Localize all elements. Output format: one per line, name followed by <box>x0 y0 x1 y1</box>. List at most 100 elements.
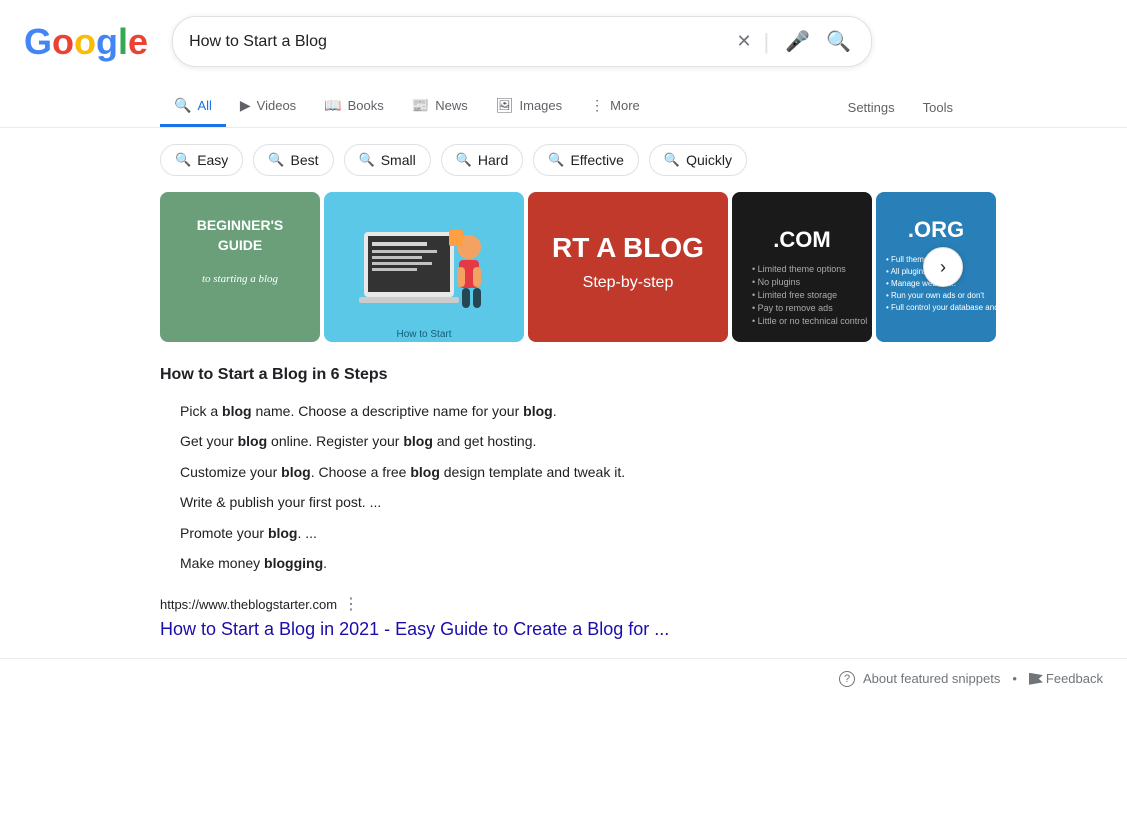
logo-letter-o2: o <box>74 21 96 62</box>
microphone-button[interactable]: 🎤 <box>781 25 814 58</box>
featured-snippet: How to Start a Blog in 6 Steps Pick a bl… <box>160 366 967 578</box>
chip-quickly[interactable]: 🔍 Quickly <box>649 144 747 176</box>
chip-easy-label: Easy <box>197 152 228 168</box>
clear-icon[interactable]: ✕ <box>736 31 751 52</box>
chip-small-label: Small <box>381 152 416 168</box>
list-item-1: Pick a blog name. Choose a descriptive n… <box>180 396 967 426</box>
featured-snippet-title: How to Start a Blog in 6 Steps <box>160 366 967 384</box>
svg-text:GUIDE: GUIDE <box>218 237 262 253</box>
suggestion-chips: 🔍 Easy 🔍 Best 🔍 Small 🔍 Hard 🔍 Effective… <box>0 128 1127 192</box>
chip-quickly-label: Quickly <box>686 152 732 168</box>
results-area: How to Start a Blog in 6 Steps Pick a bl… <box>0 366 1127 642</box>
bold-blogging: blogging <box>264 555 323 571</box>
list-item-3: Customize your blog. Choose a free blog … <box>180 457 967 487</box>
chip-search-icon-2: 🔍 <box>268 152 284 168</box>
tab-images-label: Images <box>520 98 563 113</box>
about-featured-snippets-link[interactable]: About featured snippets <box>863 671 1000 686</box>
list-item-4: Write & publish your first post. ... <box>180 487 967 517</box>
image-card-3[interactable]: RT A BLOG Step-by-step <box>528 192 728 342</box>
svg-text:• Limited theme options: • Limited theme options <box>752 264 846 274</box>
svg-text:Step-by-step: Step-by-step <box>583 274 674 291</box>
svg-text:to starting a blog: to starting a blog <box>202 273 279 285</box>
help-icon[interactable]: ? <box>839 671 855 687</box>
chip-small[interactable]: 🔍 Small <box>344 144 431 176</box>
svg-text:• No plugins: • No plugins <box>752 277 801 287</box>
feedback-label: Feedback <box>1046 671 1103 686</box>
tab-all-label: All <box>197 98 211 113</box>
tab-news[interactable]: 📰 News <box>398 87 482 127</box>
next-button[interactable]: › <box>923 247 963 287</box>
svg-text:• Limited free storage: • Limited free storage <box>752 290 837 300</box>
svg-text:• Full control your database a: • Full control your database and ho... <box>886 303 996 312</box>
nav-right: Settings Tools <box>834 90 967 125</box>
bold-blog-6: blog <box>410 464 440 480</box>
chip-best-label: Best <box>291 152 319 168</box>
bold-blog-7: blog <box>268 525 298 541</box>
svg-text:• Little or no technical contr: • Little or no technical control <box>752 316 867 326</box>
chip-hard-label: Hard <box>478 152 508 168</box>
chip-search-icon-6: 🔍 <box>664 152 680 168</box>
search-icon: 🔍 <box>826 29 851 54</box>
chip-search-icon: 🔍 <box>175 152 191 168</box>
bold-blog-2: blog <box>523 403 553 419</box>
svg-text:• Run your own ads or don't: • Run your own ads or don't <box>886 291 985 300</box>
svg-text:• All plugins: • All plugins <box>886 267 927 276</box>
svg-text:.ORG: .ORG <box>908 217 964 242</box>
chip-hard[interactable]: 🔍 Hard <box>441 144 524 176</box>
image-card-2[interactable]: How to Start <box>324 192 524 342</box>
image-card-1[interactable]: BEGINNER'S GUIDE to starting a blog <box>160 192 320 342</box>
result-url-line: https://www.theblogstarter.com ⋮ <box>160 594 967 614</box>
chip-search-icon-4: 🔍 <box>456 152 472 168</box>
svg-text:.COM: .COM <box>773 227 830 252</box>
logo-letter-g: G <box>24 21 52 62</box>
result-options-icon[interactable]: ⋮ <box>343 594 359 614</box>
logo-letter-g2: g <box>96 21 118 62</box>
result-url: https://www.theblogstarter.com <box>160 597 337 612</box>
separator-dot: • <box>1012 671 1017 686</box>
chip-best[interactable]: 🔍 Best <box>253 144 333 176</box>
svg-text:BEGINNER'S: BEGINNER'S <box>197 217 284 233</box>
logo-letter-e: e <box>128 21 148 62</box>
tab-books-label: Books <box>348 98 384 113</box>
google-logo[interactable]: Google <box>24 21 148 63</box>
svg-text:RT A BLOG: RT A BLOG <box>552 232 704 263</box>
bold-blog-1: blog <box>222 403 252 419</box>
settings-button[interactable]: Settings <box>834 90 909 125</box>
logo-letter-l: l <box>118 21 128 62</box>
bottom-bar: ? About featured snippets • Feedback <box>0 658 1127 699</box>
list-item-2: Get your blog online. Register your blog… <box>180 426 967 456</box>
result-link[interactable]: How to Start a Blog in 2021 - Easy Guide… <box>160 619 669 639</box>
images-icon: 🖼 <box>496 97 514 114</box>
search-input[interactable]: How to Start a Blog <box>189 33 728 51</box>
more-icon: ⋮ <box>590 97 604 114</box>
chip-search-icon-5: 🔍 <box>548 152 564 168</box>
chip-easy[interactable]: 🔍 Easy <box>160 144 243 176</box>
nav-tabs: 🔍 All ▶ Videos 📖 Books 📰 News 🖼 Images ⋮… <box>0 83 1127 128</box>
feedback-button[interactable]: Feedback <box>1029 671 1103 686</box>
list-item-5: Promote your blog. ... <box>180 518 967 548</box>
feedback-flag-icon <box>1029 673 1043 685</box>
microphone-icon: 🎤 <box>785 29 810 54</box>
search-bar[interactable]: How to Start a Blog ✕ | 🎤 🔍 <box>172 16 872 67</box>
tab-images[interactable]: 🖼 Images <box>482 87 576 127</box>
image-card-4[interactable]: .COM • Limited theme options • No plugin… <box>732 192 872 342</box>
tab-books[interactable]: 📖 Books <box>310 87 398 127</box>
chip-search-icon-3: 🔍 <box>359 152 375 168</box>
divider: | <box>764 29 770 55</box>
chip-effective[interactable]: 🔍 Effective <box>533 144 639 176</box>
search-submit-button[interactable]: 🔍 <box>822 25 855 58</box>
bold-blog-4: blog <box>403 433 433 449</box>
tab-all[interactable]: 🔍 All <box>160 87 226 127</box>
books-icon: 📖 <box>324 97 341 114</box>
videos-icon: ▶ <box>240 97 251 114</box>
svg-text:• Pay to remove ads: • Pay to remove ads <box>752 303 833 313</box>
tools-button[interactable]: Tools <box>909 90 967 125</box>
chip-effective-label: Effective <box>570 152 623 168</box>
tab-more[interactable]: ⋮ More <box>576 87 654 127</box>
tab-videos[interactable]: ▶ Videos <box>226 87 310 127</box>
bold-blog-3: blog <box>238 433 268 449</box>
featured-snippet-list: Pick a blog name. Choose a descriptive n… <box>160 396 967 578</box>
logo-letter-o1: o <box>52 21 74 62</box>
svg-text:How to Start: How to Start <box>396 329 451 340</box>
list-item-6: Make money blogging. <box>180 548 967 578</box>
